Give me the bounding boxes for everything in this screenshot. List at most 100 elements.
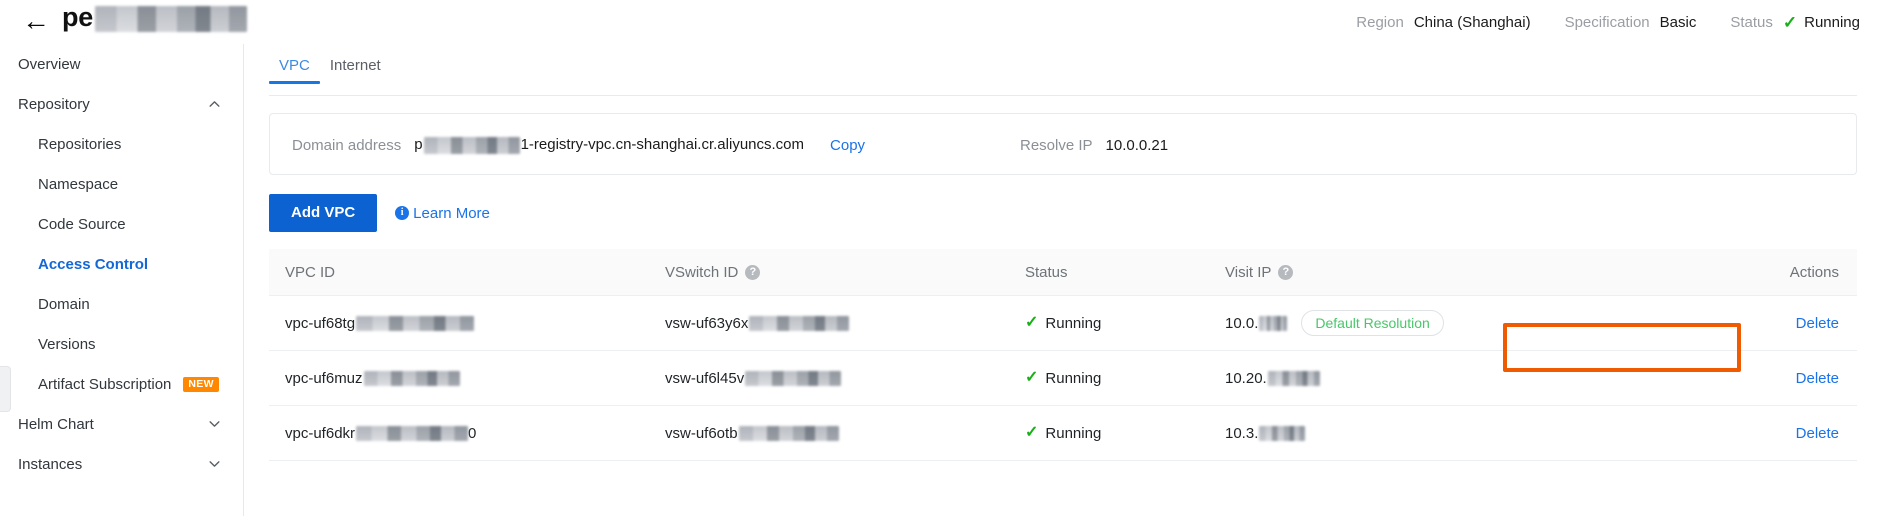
sidebar-item-label: Repository	[18, 95, 90, 113]
sidebar-item-label: Domain	[38, 295, 90, 313]
sidebar-item-label: Versions	[38, 335, 96, 353]
cell-actions: Delete	[1689, 370, 1857, 387]
cell-visit-ip: 10.3.	[1209, 425, 1689, 442]
sidebar-item-label: Artifact Subscription	[38, 375, 172, 393]
check-icon: ✓	[1025, 424, 1039, 441]
status-value: Running	[1804, 13, 1860, 31]
copy-button[interactable]: Copy	[830, 137, 865, 154]
sidebar-item-repositories[interactable]: Repositories	[0, 124, 243, 164]
redacted-vswitch-id-block	[749, 315, 850, 331]
redacted-vpc-id-block	[363, 370, 460, 386]
specification-value: Basic	[1659, 13, 1697, 31]
default-resolution-badge: Default Resolution	[1301, 310, 1444, 336]
redacted-visit-ip-block	[1259, 425, 1306, 441]
cell-visit-ip: 10.20.	[1209, 370, 1689, 387]
sidebar: Overview Repository Repositories Namespa…	[0, 44, 244, 516]
sidebar-item-label: Repositories	[38, 135, 122, 153]
redacted-visit-ip-block	[1267, 370, 1320, 386]
table-row: vpc-uf6muz vsw-uf6l45v ✓ Running 10.20. …	[269, 351, 1857, 406]
sidebar-collapse-handle[interactable]	[0, 366, 11, 412]
status-text: Running	[1045, 314, 1102, 332]
learn-more-link[interactable]: i Learn More	[395, 205, 490, 222]
sidebar-item-artifact-subscription[interactable]: Artifact Subscription NEW	[0, 364, 243, 404]
sidebar-item-label: Access Control	[38, 255, 149, 273]
sidebar-item-label: Instances	[18, 455, 83, 473]
delete-button[interactable]: Delete	[1796, 315, 1839, 332]
add-vpc-button[interactable]: Add VPC	[269, 194, 378, 232]
cell-vpc-id: vpc-uf6dkr 0	[269, 425, 649, 442]
sidebar-group-repository[interactable]: Repository	[0, 84, 243, 124]
sidebar-group-instances[interactable]: Instances	[0, 444, 243, 484]
domain-address-row: Domain address p 1-registry-vpc.cn-shangh…	[292, 114, 865, 176]
sidebar-item-label: Helm Chart	[18, 415, 94, 433]
redacted-vswitch-id-block	[738, 425, 839, 441]
top-bar: ← pe Region China (Shanghai) Specificati…	[0, 0, 1880, 44]
learn-more-label: Learn More	[413, 204, 490, 222]
cell-vpc-id: vpc-uf68tg	[269, 315, 649, 332]
chevron-down-icon	[208, 458, 221, 471]
sidebar-item-domain[interactable]: Domain	[0, 284, 243, 324]
column-label: Status	[1025, 263, 1068, 281]
redacted-vpc-id-block	[356, 425, 469, 441]
redacted-visit-ip-block	[1259, 315, 1288, 331]
column-header-visit-ip: Visit IP ?	[1209, 264, 1689, 281]
new-badge: NEW	[183, 376, 219, 392]
column-header-vpc-id: VPC ID	[269, 264, 649, 281]
sidebar-item-label: Overview	[18, 55, 81, 73]
table-header-row: VPC ID VSwitch ID ? Status Visit IP ? Ac…	[269, 249, 1857, 296]
cell-vswitch-id: vsw-uf6l45v	[649, 370, 1009, 387]
status-label: Status	[1730, 13, 1773, 31]
tab-label: VPC	[279, 57, 310, 74]
domain-prefix: p	[414, 136, 423, 154]
visit-ip-text: 10.0.	[1225, 314, 1259, 332]
help-question-icon[interactable]: ?	[1278, 264, 1294, 280]
tab-vpc[interactable]: VPC	[269, 57, 320, 84]
check-icon: ✓	[1025, 369, 1039, 386]
sidebar-group-helm-chart[interactable]: Helm Chart	[0, 404, 243, 444]
column-label: VSwitch ID	[665, 263, 739, 281]
vpc-id-text: vpc-uf68tg	[285, 314, 356, 332]
vswitch-id-text: vsw-uf63y6x	[665, 314, 749, 332]
cell-actions: Delete	[1689, 315, 1857, 332]
help-question-icon[interactable]: ?	[745, 264, 761, 280]
vpc-id-tail: 0	[468, 424, 477, 442]
status-text: Running	[1045, 424, 1102, 442]
cell-status: ✓ Running	[1009, 425, 1209, 442]
back-arrow-icon[interactable]: ←	[22, 4, 62, 38]
redacted-domain-block	[423, 136, 520, 154]
redacted-vswitch-id-block	[745, 370, 842, 386]
cell-visit-ip: 10.0. Default Resolution	[1209, 310, 1689, 336]
vpc-id-text: vpc-uf6muz	[285, 369, 363, 387]
content-area: VPC Internet Domain address p 1-registry-…	[245, 44, 1880, 516]
tab-label: Internet	[329, 57, 381, 74]
sidebar-item-access-control[interactable]: Access Control	[0, 244, 243, 284]
column-label: VPC ID	[285, 263, 336, 281]
vpc-id-text: vpc-uf6dkr	[285, 424, 356, 442]
tab-internet[interactable]: Internet	[320, 57, 391, 84]
column-label: Visit IP	[1225, 263, 1272, 281]
sidebar-item-code-source[interactable]: Code Source	[0, 204, 243, 244]
sidebar-item-overview[interactable]: Overview	[0, 44, 243, 84]
page-title: pe	[62, 2, 248, 33]
vswitch-id-text: vsw-uf6l45v	[665, 369, 745, 387]
resolve-ip-label: Resolve IP	[1020, 136, 1093, 154]
delete-button[interactable]: Delete	[1796, 370, 1839, 387]
instance-meta: Region China (Shanghai) Specification Ba…	[1356, 0, 1860, 44]
region-label: Region	[1356, 13, 1404, 31]
domain-address-value: p 1-registry-vpc.cn-shanghai.cr.aliyuncs.…	[414, 136, 804, 154]
delete-button[interactable]: Delete	[1796, 425, 1839, 442]
page-title-text: pe	[62, 2, 94, 32]
sidebar-item-versions[interactable]: Versions	[0, 324, 243, 364]
sidebar-item-namespace[interactable]: Namespace	[0, 164, 243, 204]
table-row: vpc-uf6dkr 0 vsw-uf6otb ✓ Running 10.3. D…	[269, 406, 1857, 461]
cell-vswitch-id: vsw-uf63y6x	[649, 315, 1009, 332]
vswitch-id-text: vsw-uf6otb	[665, 424, 738, 442]
cell-vswitch-id: vsw-uf6otb	[649, 425, 1009, 442]
column-header-actions: Actions	[1689, 264, 1857, 281]
domain-suffix: 1-registry-vpc.cn-shanghai.cr.aliyuncs.c…	[520, 136, 805, 154]
cell-status: ✓ Running	[1009, 370, 1209, 387]
column-label: Actions	[1789, 263, 1839, 281]
resolve-ip-row: Resolve IP 10.0.0.21	[1020, 114, 1168, 176]
table-toolbar: Add VPC i Learn More	[269, 194, 490, 232]
visit-ip-text: 10.3.	[1225, 424, 1259, 442]
